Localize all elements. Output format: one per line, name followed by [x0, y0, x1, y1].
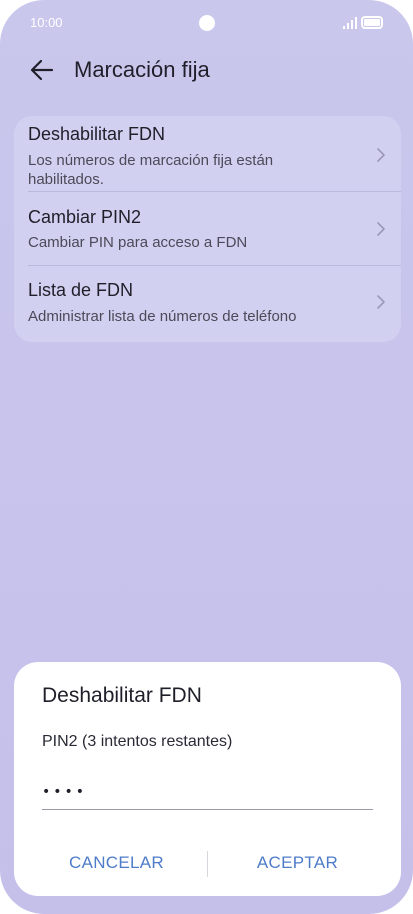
setting-title: Cambiar PIN2: [28, 207, 142, 227]
setting-subtitle: Los números de marcación fija están habi…: [28, 152, 274, 188]
accept-button[interactable]: ACEPTAR: [214, 845, 381, 881]
setting-disable-fdn[interactable]: Deshabilitar FDN Los números de marcació…: [14, 116, 401, 192]
setting-subtitle: Cambiar PIN para acceso a FDN: [28, 234, 248, 251]
disable-fdn-dialog: Deshabilitar FDN PIN2 (3 intentos restan…: [14, 662, 401, 896]
cancel-button[interactable]: CANCELAR: [34, 845, 199, 881]
chevron-right-icon: [377, 222, 385, 236]
chevron-right-icon: [377, 148, 385, 162]
pin2-label: PIN2 (3 intentos restantes): [42, 733, 233, 750]
setting-change-pin2[interactable]: Cambiar PIN2 Cambiar PIN para acceso a F…: [14, 192, 401, 265]
phone-screen: 10:00 Marcación fija Deshabilitar FDN Lo…: [0, 0, 413, 914]
setting-fdn-list[interactable]: Lista de FDN Administrar lista de número…: [14, 266, 401, 342]
pin2-input[interactable]: [42, 774, 373, 810]
status-time: 10:00: [30, 15, 63, 30]
arrow-left-icon[interactable]: [28, 56, 56, 84]
battery-icon: [361, 16, 383, 29]
setting-title: Deshabilitar FDN: [28, 124, 166, 144]
button-divider: [207, 851, 208, 877]
signal-icon: [343, 17, 357, 29]
settings-card: Deshabilitar FDN Los números de marcació…: [14, 116, 401, 342]
setting-title: Lista de FDN: [28, 280, 134, 300]
chevron-right-icon: [377, 295, 385, 309]
status-bar: 10:00: [0, 0, 413, 46]
setting-subtitle: Administrar lista de números de teléfono: [28, 308, 297, 325]
dialog-title: Deshabilitar FDN: [42, 684, 202, 707]
page-title: Marcación fija: [74, 57, 210, 82]
camera-cutout: [199, 15, 215, 31]
app-bar: Marcación fija: [0, 50, 413, 90]
